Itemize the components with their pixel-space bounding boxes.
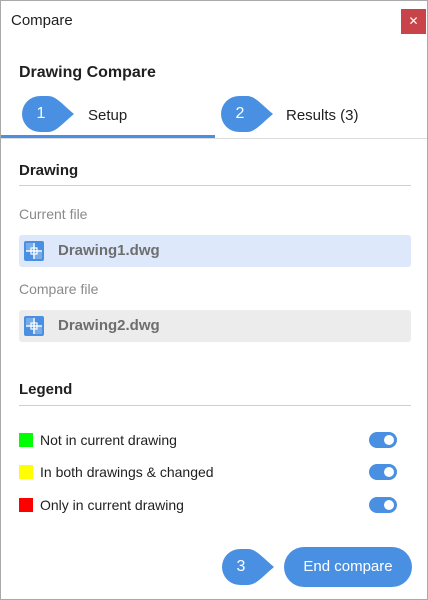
close-button[interactable]: ✕ (401, 9, 426, 34)
panel-title: Drawing Compare (19, 64, 156, 81)
current-file-field[interactable]: Drawing1.dwg (19, 235, 411, 267)
legend-item-not-in-current: Not in current drawing (19, 430, 411, 450)
window-title: Compare (11, 12, 73, 29)
divider (19, 185, 411, 186)
color-swatch (19, 465, 33, 479)
legend-toggle[interactable] (369, 497, 397, 513)
step-badge: 1 (22, 96, 74, 132)
step-number: 2 (235, 105, 245, 122)
tab-results[interactable]: 2 Results (3) (215, 93, 427, 137)
compare-window: Compare ✕ Drawing Compare 1 Setup 2 Resu… (0, 0, 428, 600)
legend-label: In both drawings & changed (40, 464, 214, 480)
divider (19, 405, 411, 406)
legend-label: Only in current drawing (40, 497, 184, 513)
compare-file-field[interactable]: Drawing2.dwg (19, 310, 411, 342)
step-number: 1 (36, 105, 46, 122)
tab-label: Results (3) (286, 107, 359, 124)
legend-section-title: Legend (19, 381, 73, 398)
legend-label: Not in current drawing (40, 432, 177, 448)
legend-toggle[interactable] (369, 464, 397, 480)
tabs-divider (1, 138, 427, 139)
close-icon: ✕ (408, 14, 419, 28)
legend-item-both-changed: In both drawings & changed (19, 462, 411, 482)
color-swatch (19, 433, 33, 447)
tab-label: Setup (88, 107, 128, 124)
current-file-label: Current file (19, 206, 88, 222)
drawing-file-icon (24, 316, 44, 336)
toggle-knob (384, 500, 394, 510)
legend-item-only-in-current: Only in current drawing (19, 495, 411, 515)
end-compare-button[interactable]: End compare (284, 547, 412, 587)
title-bar: Compare ✕ (1, 1, 427, 41)
current-file-name: Drawing1.dwg (58, 242, 160, 259)
step-badge: 3 (222, 549, 274, 585)
drawing-file-icon (24, 241, 44, 261)
toggle-knob (384, 467, 394, 477)
legend-toggle[interactable] (369, 432, 397, 448)
step-badge: 2 (221, 96, 273, 132)
color-swatch (19, 498, 33, 512)
drawing-section-title: Drawing (19, 162, 79, 179)
compare-file-name: Drawing2.dwg (58, 317, 160, 334)
toggle-knob (384, 435, 394, 445)
tab-setup[interactable]: 1 Setup (1, 93, 215, 137)
step-number: 3 (236, 558, 246, 575)
compare-file-label: Compare file (19, 281, 99, 297)
